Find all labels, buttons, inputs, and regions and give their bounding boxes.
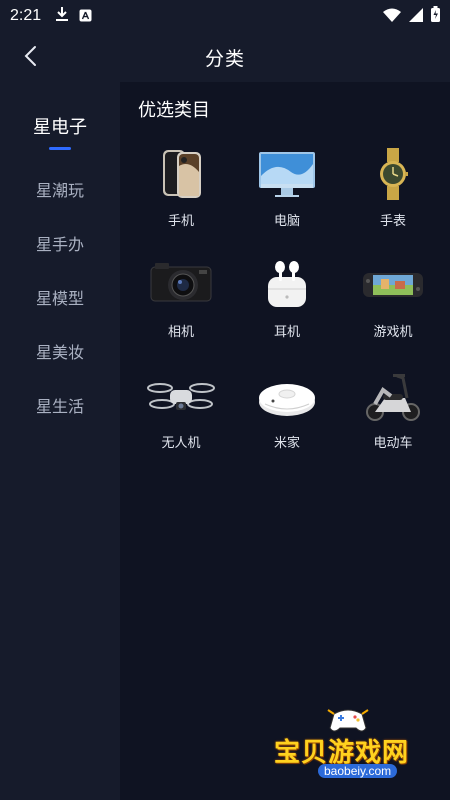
phone-icon [146, 146, 216, 202]
sidebar-item-electronics[interactable]: 星电子 [0, 92, 120, 162]
category-game-console[interactable]: 游戏机 [340, 257, 446, 354]
category-label: 电动车 [373, 436, 413, 451]
status-icons-left [55, 6, 92, 26]
earbuds-icon [252, 257, 322, 313]
back-button[interactable] [16, 44, 44, 72]
sidebar-item-lifestyle[interactable]: 星生活 [0, 378, 120, 432]
app-notification-icon [79, 7, 92, 26]
sidebar-item-models[interactable]: 星模型 [0, 270, 120, 324]
download-icon [55, 6, 69, 26]
category-computer[interactable]: 电脑 [234, 146, 340, 243]
category-label: 电脑 [273, 214, 300, 229]
page-title: 分类 [204, 47, 245, 70]
category-sidebar: 星电子 星潮玩 星手办 星模型 星美妆 星生活 [0, 82, 120, 800]
category-label: 手机 [167, 214, 194, 229]
sidebar-item-label: 星美妆 [35, 343, 84, 362]
category-phone[interactable]: 手机 [128, 146, 234, 243]
category-drone[interactable]: 无人机 [128, 368, 234, 465]
category-grid: 手机 电脑 手表 相机 耳机 游戏机 无人机 米家 电动车 [128, 146, 448, 465]
desktop-computer-icon [252, 146, 322, 202]
section-title: 优选类目 [138, 100, 210, 121]
sidebar-item-beauty[interactable]: 星美妆 [0, 324, 120, 378]
active-indicator [49, 146, 71, 150]
robot-vacuum-icon [252, 368, 322, 424]
status-bar: 2:21 [0, 0, 450, 32]
category-mijia[interactable]: 米家 [234, 368, 340, 465]
category-watch[interactable]: 手表 [340, 146, 446, 243]
drone-icon [146, 368, 216, 424]
game-console-icon [358, 257, 428, 313]
battery-icon [431, 6, 440, 26]
status-icons-right [383, 6, 440, 26]
category-electric-scooter[interactable]: 电动车 [340, 368, 446, 465]
category-label: 米家 [273, 436, 300, 451]
sidebar-item-label: 星手办 [35, 235, 84, 254]
sidebar-item-label: 星潮玩 [35, 181, 84, 200]
category-content: 优选类目 手机 电脑 手表 相机 耳机 游戏机 无人机 米家 电动车 [120, 82, 450, 800]
sidebar-item-label: 星模型 [35, 289, 84, 308]
category-earbuds[interactable]: 耳机 [234, 257, 340, 354]
sidebar-item-label: 星生活 [35, 397, 84, 416]
wifi-icon [383, 7, 401, 26]
category-label: 无人机 [161, 436, 201, 451]
category-label: 手表 [379, 214, 406, 229]
sidebar-item-label: 星电子 [33, 116, 87, 138]
camera-icon [146, 257, 216, 313]
signal-icon [409, 7, 423, 26]
sidebar-item-figures[interactable]: 星手办 [0, 216, 120, 270]
chevron-left-icon [23, 45, 37, 71]
sidebar-item-trendy-toys[interactable]: 星潮玩 [0, 162, 120, 216]
category-label: 游戏机 [373, 325, 413, 340]
watch-icon [358, 146, 428, 202]
watermark-url: baobeiy.com [318, 764, 398, 778]
electric-scooter-icon [358, 368, 428, 424]
watermark-logo: 宝贝游戏网 baobeiy.com [268, 704, 428, 784]
category-label: 相机 [167, 325, 194, 340]
status-time: 2:21 [10, 7, 42, 24]
header: 分类 [0, 32, 450, 82]
category-camera[interactable]: 相机 [128, 257, 234, 354]
category-label: 耳机 [273, 325, 300, 340]
